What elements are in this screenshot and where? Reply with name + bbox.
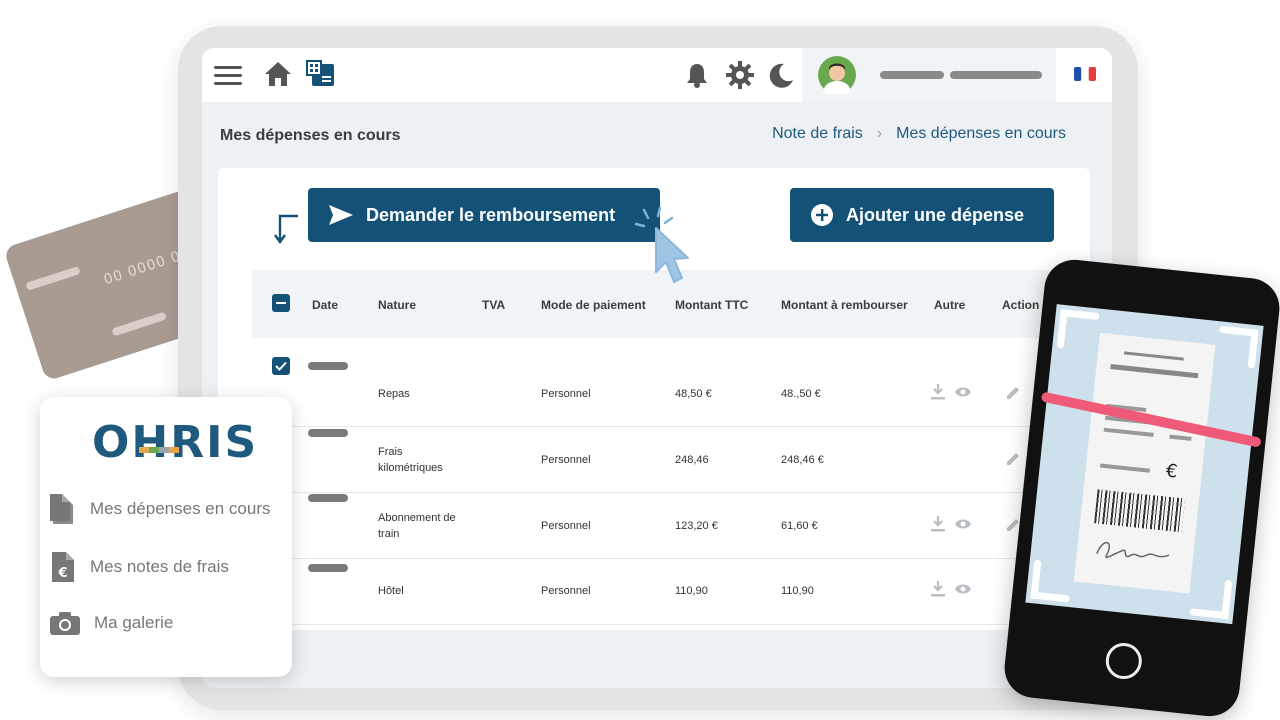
svg-text:€: € xyxy=(57,566,67,581)
date-placeholder xyxy=(308,429,348,437)
select-all-checkbox[interactable] xyxy=(272,294,290,312)
column-header-tva[interactable]: TVA xyxy=(482,298,505,312)
tablet-frame: Mes dépenses en cours Note de frais › Me… xyxy=(178,26,1138,710)
ohris-logo: OHRIS xyxy=(92,417,259,468)
nature-cell: Repas xyxy=(378,388,410,400)
pencil-icon[interactable] xyxy=(1006,386,1020,400)
breadcrumb-link-note-de-frais[interactable]: Note de frais xyxy=(772,125,863,143)
column-header-mode-paiement[interactable]: Mode de paiement xyxy=(541,298,646,312)
column-header-autre[interactable]: Autre xyxy=(934,298,965,312)
date-placeholder xyxy=(308,362,348,370)
download-icon[interactable] xyxy=(931,516,945,532)
row-divider xyxy=(252,558,1072,559)
pencil-icon[interactable] xyxy=(1006,452,1020,466)
french-flag-icon[interactable] xyxy=(1074,67,1096,81)
date-placeholder xyxy=(308,494,348,502)
column-header-montant-rembourser[interactable]: Montant à rembourser xyxy=(781,298,908,312)
chevron-right-icon: › xyxy=(876,125,883,142)
rembourser-cell: 248,46 € xyxy=(781,454,824,466)
eye-icon[interactable] xyxy=(954,386,972,398)
logo-stripe xyxy=(139,447,179,453)
page-title: Mes dépenses en cours xyxy=(220,127,401,144)
add-expense-button[interactable]: Ajouter une dépense xyxy=(790,188,1054,242)
bell-icon[interactable] xyxy=(686,62,708,88)
avatar[interactable] xyxy=(818,56,856,94)
request-reimbursement-label: Demander le remboursement xyxy=(366,204,616,225)
phone-illustration: € xyxy=(1001,256,1280,720)
row-divider xyxy=(252,624,1072,625)
card-stripe xyxy=(25,265,81,291)
arrow-down-left-icon xyxy=(274,214,298,244)
paiement-cell: Personnel xyxy=(541,585,591,597)
menu-item-label: Ma galerie xyxy=(94,613,174,632)
receipt-line xyxy=(1110,364,1199,379)
top-bar xyxy=(202,48,1112,102)
user-menu[interactable] xyxy=(802,48,1056,102)
rembourser-cell: 48.,50 € xyxy=(781,388,821,400)
euro-document-icon: € xyxy=(52,552,74,582)
camera-icon xyxy=(50,612,80,635)
username-placeholder xyxy=(950,71,1042,79)
menu-item-label: Mes notes de frais xyxy=(90,557,229,576)
download-icon[interactable] xyxy=(931,384,945,400)
column-header-date[interactable]: Date xyxy=(312,298,338,312)
moon-icon[interactable] xyxy=(768,62,794,88)
ttc-cell: 110,90 xyxy=(675,585,708,597)
eye-icon[interactable] xyxy=(954,583,972,595)
rembourser-cell: 61,60 € xyxy=(781,520,818,532)
menu-item-ma-galerie[interactable]: Ma galerie xyxy=(50,603,290,643)
app-menu-card: OHRIS Mes dépenses en cours € Mes notes … xyxy=(40,397,292,677)
add-expense-label: Ajouter une dépense xyxy=(846,204,1025,225)
barcode xyxy=(1094,489,1186,533)
gear-icon[interactable] xyxy=(726,61,754,89)
column-header-montant-ttc[interactable]: Montant TTC xyxy=(675,298,748,312)
download-icon[interactable] xyxy=(931,581,945,597)
receipt-line xyxy=(1099,463,1151,473)
receipt-line xyxy=(1123,351,1184,361)
ttc-cell: 248,46 xyxy=(675,454,709,466)
menu-item-mes-depenses[interactable]: Mes dépenses en cours xyxy=(50,489,290,529)
paiement-cell: Personnel xyxy=(541,388,591,400)
phone-scan-screen: € xyxy=(1025,304,1264,625)
nature-cell: Frais kilométriques xyxy=(378,446,443,474)
nature-cell: Hôtel xyxy=(378,585,404,597)
column-header-action[interactable]: Action xyxy=(1002,298,1039,312)
row-divider xyxy=(252,492,1072,493)
home-icon[interactable] xyxy=(264,60,292,88)
username-placeholder xyxy=(880,71,944,79)
click-cursor-icon xyxy=(634,206,689,283)
rembourser-cell: 110,90 xyxy=(781,585,814,597)
receipt-currency: € xyxy=(1164,460,1179,483)
row-divider xyxy=(252,426,1072,427)
expense-sheet-icon[interactable] xyxy=(306,60,336,88)
receipt-line xyxy=(1103,427,1154,437)
breadcrumb: Note de frais › Mes dépenses en cours xyxy=(772,125,1066,143)
menu-item-notes-de-frais[interactable]: € Mes notes de frais xyxy=(50,547,290,587)
document-icon xyxy=(50,494,73,524)
ttc-cell: 48,50 € xyxy=(675,388,712,400)
plus-circle-icon xyxy=(811,204,833,226)
app-screen: Mes dépenses en cours Note de frais › Me… xyxy=(202,48,1112,688)
breadcrumb-current: Mes dépenses en cours xyxy=(896,125,1066,142)
paiement-cell: Personnel xyxy=(541,454,591,466)
ttc-cell: 123,20 € xyxy=(675,520,718,532)
paiement-cell: Personnel xyxy=(541,520,591,532)
card-stripe xyxy=(111,311,168,337)
request-reimbursement-button[interactable]: Demander le remboursement xyxy=(308,188,660,242)
date-placeholder xyxy=(308,564,348,572)
send-icon xyxy=(329,205,353,225)
column-header-nature[interactable]: Nature xyxy=(378,298,416,312)
menu-item-label: Mes dépenses en cours xyxy=(90,499,271,518)
eye-icon[interactable] xyxy=(954,518,972,530)
signature xyxy=(1096,541,1170,559)
receipt-line xyxy=(1169,434,1192,441)
menu-icon[interactable] xyxy=(214,66,242,86)
row-checkbox-checked[interactable] xyxy=(272,357,290,375)
nature-cell: Abonnement de train xyxy=(378,512,456,540)
phone-home-button xyxy=(1104,641,1144,681)
check-icon xyxy=(275,361,287,371)
